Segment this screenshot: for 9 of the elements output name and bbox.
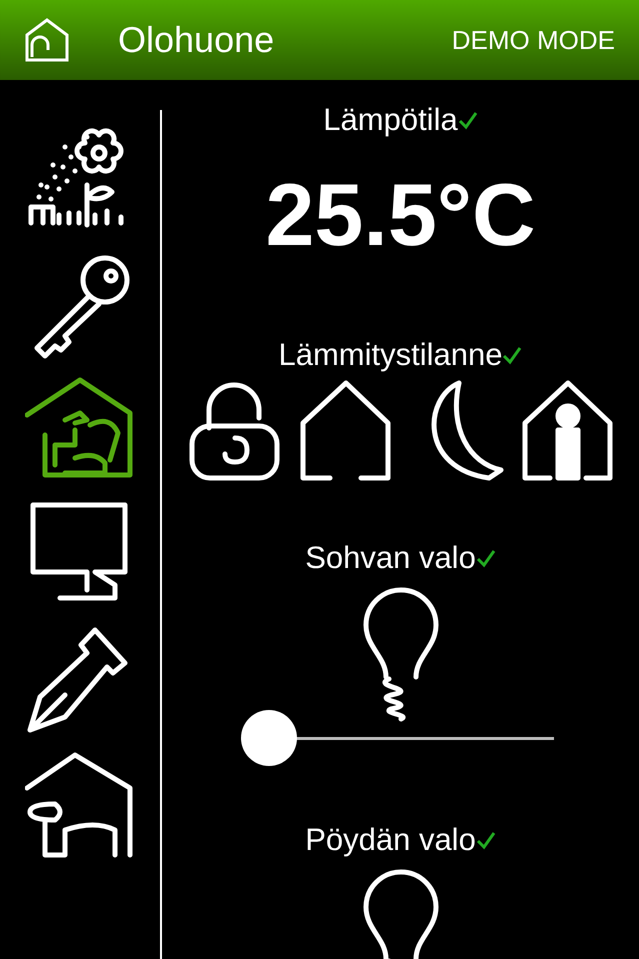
control-label: Pöydän valo: [305, 824, 476, 855]
temperature-reading: 25.5°C: [265, 171, 536, 259]
control-label: Lämmitystilanne: [278, 339, 502, 370]
screen-title: Olohuone: [118, 18, 274, 62]
house-sink-button[interactable]: [25, 750, 135, 860]
control-label: Sohvan valo: [305, 542, 476, 573]
home-icon[interactable]: [24, 17, 70, 63]
control-label: Lämpötila: [323, 104, 458, 135]
demo-mode-label: DEMO MODE: [452, 24, 615, 56]
